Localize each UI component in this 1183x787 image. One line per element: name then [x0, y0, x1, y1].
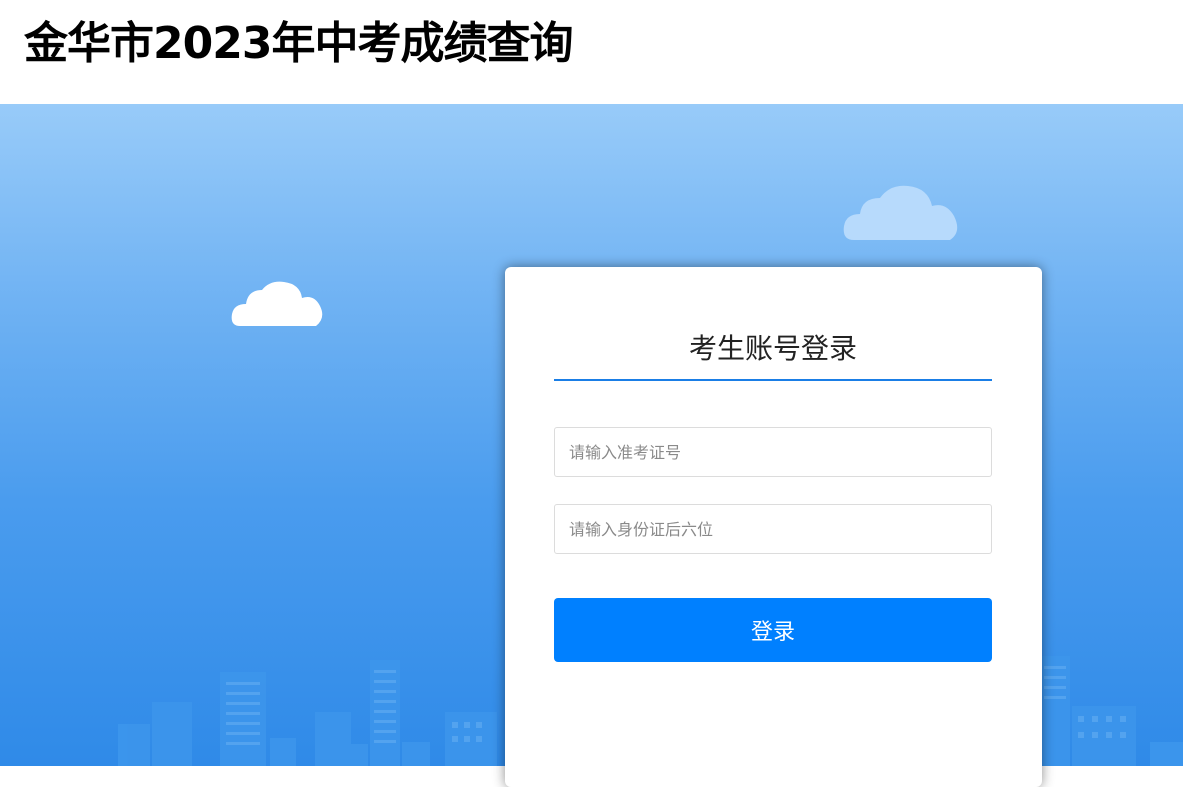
page-title: 金华市2023年中考成绩查询 [24, 18, 573, 69]
login-card: 考生账号登录 登录 [505, 267, 1042, 787]
cloud-right-icon [843, 185, 958, 240]
login-title-underline [554, 379, 992, 381]
cloud-left-icon [231, 281, 323, 326]
exam-number-input[interactable] [554, 427, 992, 477]
login-title: 考生账号登录 [688, 332, 857, 365]
id-suffix-input[interactable] [554, 504, 992, 554]
login-button[interactable]: 登录 [554, 598, 992, 662]
page-header: 金华市2023年中考成绩查询 [0, 0, 1183, 104]
